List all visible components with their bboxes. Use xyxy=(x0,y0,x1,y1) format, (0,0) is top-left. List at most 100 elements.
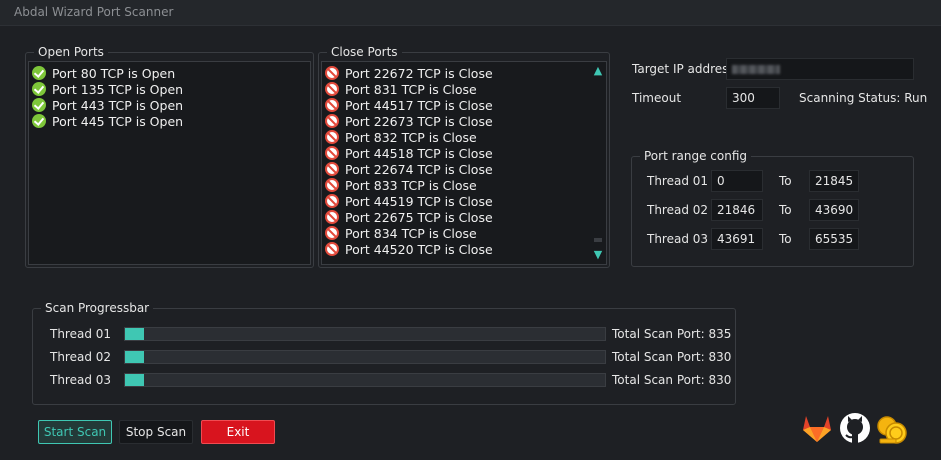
close-ports-title: Close Ports xyxy=(327,45,402,59)
blocked-icon xyxy=(325,226,339,240)
range-thread-03-to[interactable]: 65535 xyxy=(809,228,859,250)
range-to-label: To xyxy=(779,174,792,188)
range-thread-01-from[interactable]: 0 xyxy=(711,170,763,192)
open-ports-group: Open Ports Port 80 TCP is Open Port 135 … xyxy=(25,45,314,268)
blocked-icon xyxy=(325,242,339,256)
close-ports-list[interactable]: Port 22672 TCP is Close Port 831 TCP is … xyxy=(321,61,607,265)
check-icon xyxy=(32,114,46,128)
list-item-label: Port 44518 TCP is Close xyxy=(345,145,493,161)
port-range-group: Port range config Thread 01 0 To 21845 T… xyxy=(631,149,914,267)
range-thread-03-label: Thread 03 xyxy=(647,232,709,246)
list-item-label: Port 833 TCP is Close xyxy=(345,177,477,193)
port-range-title: Port range config xyxy=(640,149,752,163)
scan-progress-group: Scan Progressbar Thread 01 Total Scan Po… xyxy=(32,301,736,405)
check-icon xyxy=(32,82,46,96)
list-item-label: Port 834 TCP is Close xyxy=(345,225,477,241)
list-item[interactable]: Port 44517 TCP is Close xyxy=(322,97,606,113)
scanning-status: Scanning Status: Run xyxy=(799,91,928,105)
stop-scan-button[interactable]: Stop Scan xyxy=(119,420,193,444)
start-scan-button[interactable]: Start Scan xyxy=(38,420,112,444)
chevron-up-icon[interactable]: ▲ xyxy=(590,64,606,78)
blocked-icon xyxy=(325,82,339,96)
list-item-label: Port 832 TCP is Close xyxy=(345,129,477,145)
target-ip-redacted xyxy=(732,64,780,74)
timeout-label: Timeout xyxy=(632,91,682,105)
list-item-label: Port 22675 TCP is Close xyxy=(345,209,493,225)
list-item[interactable]: Port 135 TCP is Open xyxy=(29,81,310,97)
list-item-label: Port 831 TCP is Close xyxy=(345,81,477,97)
range-to-label: To xyxy=(779,232,792,246)
blocked-icon xyxy=(325,114,339,128)
list-item[interactable]: Port 22675 TCP is Close xyxy=(322,209,606,225)
progress-thread-03-bar xyxy=(124,373,606,387)
list-item-label: Port 22674 TCP is Close xyxy=(345,161,493,177)
close-ports-group: Close Ports Port 22672 TCP is Close Port… xyxy=(318,45,610,268)
list-item[interactable]: Port 44520 TCP is Close xyxy=(322,241,606,257)
progress-thread-03-fill xyxy=(125,374,145,386)
range-thread-01-to[interactable]: 21845 xyxy=(809,170,859,192)
list-item[interactable]: Port 44519 TCP is Close xyxy=(322,193,606,209)
progress-thread-01-bar xyxy=(124,327,606,341)
list-item-label: Port 443 TCP is Open xyxy=(52,97,184,113)
list-item-label: Port 22672 TCP is Close xyxy=(345,65,493,81)
progress-thread-02-bar xyxy=(124,350,606,364)
progress-thread-01-label: Thread 01 xyxy=(50,327,112,341)
check-icon xyxy=(32,66,46,80)
list-item[interactable]: Port 443 TCP is Open xyxy=(29,97,310,113)
chevron-down-icon[interactable]: ▼ xyxy=(590,248,606,262)
check-icon xyxy=(32,98,46,112)
blocked-icon xyxy=(325,210,339,224)
github-icon[interactable] xyxy=(838,411,872,445)
blocked-icon xyxy=(325,162,339,176)
range-thread-02-label: Thread 02 xyxy=(647,203,709,217)
progress-thread-02-fill xyxy=(125,351,145,363)
list-item-label: Port 22673 TCP is Close xyxy=(345,113,493,129)
gitlab-icon[interactable] xyxy=(800,411,834,445)
open-ports-title: Open Ports xyxy=(34,45,108,59)
title-bar[interactable]: Abdal Wizard Port Scanner xyxy=(0,0,941,26)
window-title: Abdal Wizard Port Scanner xyxy=(14,5,174,19)
blocked-icon xyxy=(325,178,339,192)
list-item-label: Port 44519 TCP is Close xyxy=(345,193,493,209)
close-ports-scrollbar[interactable]: ▲ ▼ xyxy=(590,62,606,264)
progress-thread-03-label: Thread 03 xyxy=(50,373,112,387)
blocked-icon xyxy=(325,146,339,160)
list-item[interactable]: Port 22673 TCP is Close xyxy=(322,113,606,129)
list-item[interactable]: Port 833 TCP is Close xyxy=(322,177,606,193)
progress-thread-03-total: Total Scan Port: 830 xyxy=(612,373,732,387)
list-item-label: Port 44520 TCP is Close xyxy=(345,241,493,257)
blocked-icon xyxy=(325,194,339,208)
range-thread-03-from[interactable]: 43691 xyxy=(711,228,763,250)
list-item-label: Port 135 TCP is Open xyxy=(52,81,184,97)
range-thread-02-from[interactable]: 21846 xyxy=(711,199,763,221)
list-item[interactable]: Port 445 TCP is Open xyxy=(29,113,310,129)
blocked-icon xyxy=(325,130,339,144)
range-to-label: To xyxy=(779,203,792,217)
coins-icon[interactable] xyxy=(876,411,910,445)
list-item-label: Port 445 TCP is Open xyxy=(52,113,184,129)
list-item[interactable]: Port 831 TCP is Close xyxy=(322,81,606,97)
list-item-label: Port 80 TCP is Open xyxy=(52,65,176,81)
open-ports-list[interactable]: Port 80 TCP is Open Port 135 TCP is Open… xyxy=(28,61,311,265)
range-thread-02-to[interactable]: 43690 xyxy=(809,199,859,221)
target-ip-input[interactable] xyxy=(726,58,914,80)
list-item[interactable]: Port 834 TCP is Close xyxy=(322,225,606,241)
list-item[interactable]: Port 80 TCP is Open xyxy=(29,65,310,81)
list-item[interactable]: Port 832 TCP is Close xyxy=(322,129,606,145)
blocked-icon xyxy=(325,66,339,80)
blocked-icon xyxy=(325,98,339,112)
list-item[interactable]: Port 22674 TCP is Close xyxy=(322,161,606,177)
progress-thread-01-fill xyxy=(125,328,145,340)
range-thread-01-label: Thread 01 xyxy=(647,174,709,188)
progress-thread-01-total: Total Scan Port: 835 xyxy=(612,327,732,341)
list-item[interactable]: Port 44518 TCP is Close xyxy=(322,145,606,161)
list-item[interactable]: Port 22672 TCP is Close xyxy=(322,65,606,81)
scroll-thumb[interactable] xyxy=(594,238,602,242)
list-item-label: Port 44517 TCP is Close xyxy=(345,97,493,113)
timeout-input[interactable]: 300 xyxy=(726,87,780,109)
progress-thread-02-label: Thread 02 xyxy=(50,350,112,364)
target-ip-label: Target IP address xyxy=(632,62,735,76)
scan-progress-title: Scan Progressbar xyxy=(41,301,154,315)
exit-button[interactable]: Exit xyxy=(201,420,275,444)
progress-thread-02-total: Total Scan Port: 830 xyxy=(612,350,732,364)
